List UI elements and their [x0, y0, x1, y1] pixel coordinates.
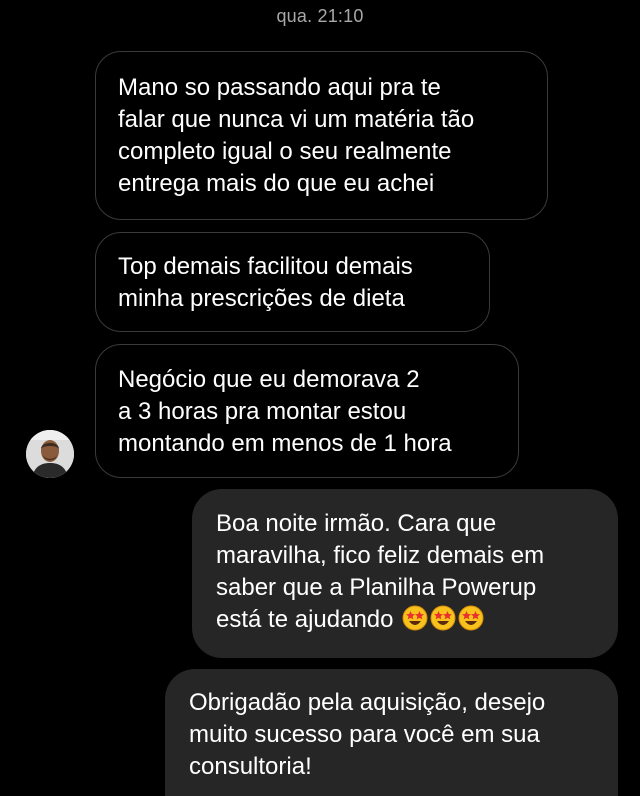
message-text-line: completo igual o seu realmente: [118, 138, 452, 165]
incoming-message-bubble[interactable]: Top demais facilitou demais minha prescr…: [95, 232, 490, 332]
outgoing-message-bubble[interactable]: Boa noite irmão. Cara que maravilha, fic…: [192, 489, 618, 658]
star-struck-emoji-icon: [430, 605, 456, 631]
message-text-line: muito sucesso para você em sua: [189, 721, 540, 748]
message-text-line-with-emoji: está te ajudando: [214, 604, 596, 636]
message-text-line: consultoria!: [189, 753, 312, 780]
message-text-line: entrega mais do que eu achei: [118, 170, 435, 197]
message-text-line: Negócio que eu demorava 2: [118, 366, 420, 393]
message-text: está te ajudando: [216, 606, 394, 633]
incoming-message-bubble[interactable]: Mano so passando aqui pra te falar que n…: [95, 51, 548, 220]
incoming-message-bubble[interactable]: Negócio que eu demorava 2 a 3 horas pra …: [95, 344, 519, 478]
star-struck-emoji-icon: [458, 605, 484, 631]
chat-thread[interactable]: qua. 21:10 Mano so passando aqui pra te …: [0, 0, 640, 796]
message-text-line: maravilha, fico feliz demais em: [216, 542, 545, 569]
star-struck-emoji-icon: [402, 605, 428, 631]
message-text-line: Mano so passando aqui pra te: [118, 74, 441, 101]
message-text-line: minha prescrições de dieta: [118, 285, 405, 312]
message-text-line: saber que a Planilha Powerup: [216, 574, 537, 601]
message-text-line: a 3 horas pra montar estou: [118, 398, 407, 425]
outgoing-message-bubble[interactable]: Obrigadão pela aquisição, desejo muito s…: [165, 669, 618, 796]
message-text-line: Boa noite irmão. Cara que: [216, 510, 497, 537]
message-text-line: montando em menos de 1 hora: [118, 430, 452, 457]
message-text-line: falar que nunca vi um matéria tão: [118, 106, 475, 133]
profile-photo-icon: [26, 430, 74, 478]
sender-avatar[interactable]: [26, 430, 74, 478]
message-text-line: Obrigadão pela aquisição, desejo: [189, 689, 546, 716]
message-text-line: Top demais facilitou demais: [118, 253, 413, 280]
message-timestamp: qua. 21:10: [276, 6, 364, 26]
